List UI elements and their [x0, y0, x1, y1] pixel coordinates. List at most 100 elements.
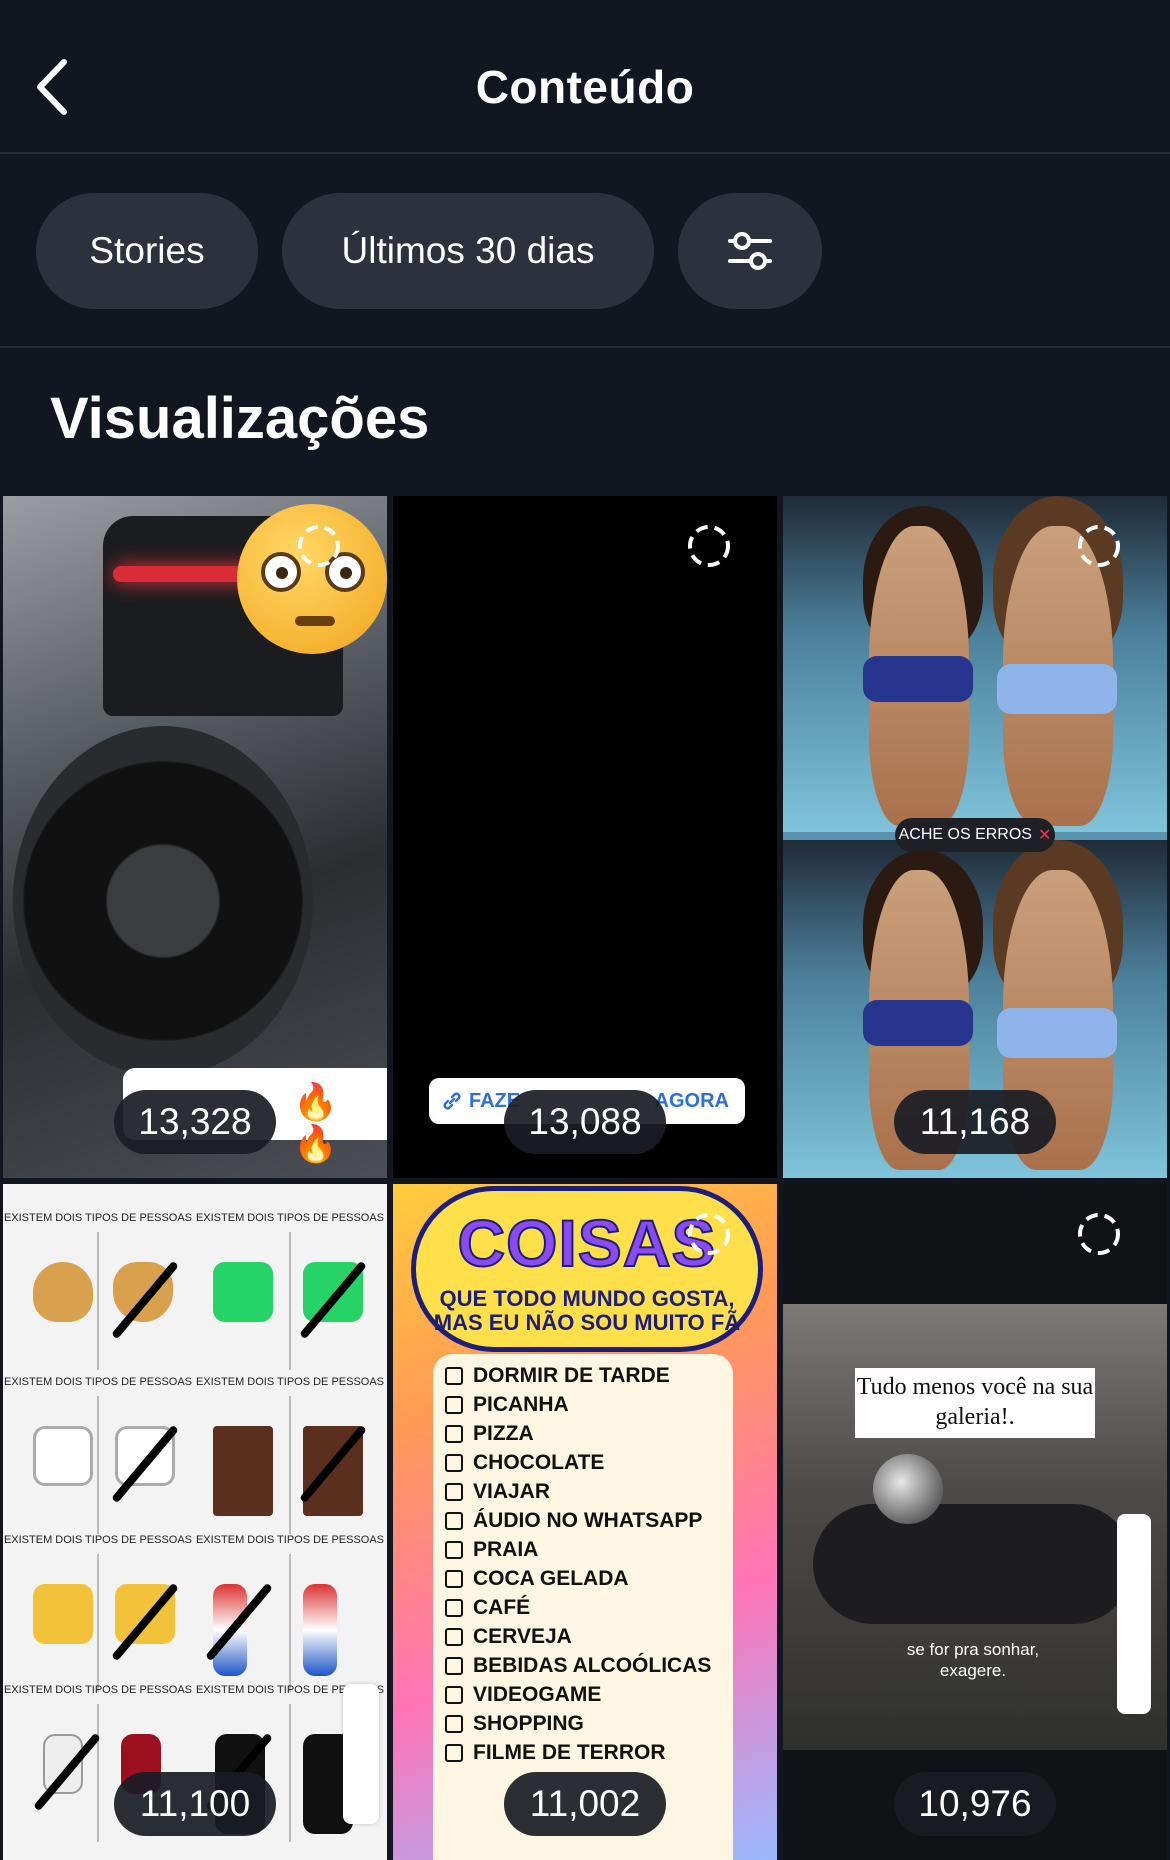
checklist-item-label: PIZZA: [473, 1422, 534, 1445]
checklist-item-label: ÁUDIO NO WHATSAPP: [473, 1509, 703, 1532]
stories-grid: 🔥 🔥 13,328 FAZE AGORA 13,088 ACHE OS ERR…: [0, 494, 1170, 1860]
checklist-item: DORMIR DE TARDE: [445, 1364, 670, 1388]
story-thumbnail[interactable]: EXISTEM DOIS TIPOS DE PESSOAS EXISTEM DO…: [3, 1184, 387, 1860]
checklist-item: ÁUDIO NO WHATSAPP: [445, 1509, 702, 1533]
story-thumbnail[interactable]: FAZE AGORA 13,088: [393, 496, 777, 1178]
checklist-item-label: CAFÉ: [473, 1596, 531, 1619]
cell-title: EXISTEM DOIS TIPOS DE PESSOAS: [3, 1684, 193, 1696]
story-subtitle: QUE TODO MUNDO GOSTA, MAS EU NÃO SOU MUI…: [416, 1287, 758, 1335]
story-thumbnail[interactable]: Tudo menos você na sua galeria!. se for …: [783, 1184, 1167, 1860]
divider: [97, 1232, 99, 1370]
divider: [97, 1704, 99, 1842]
checklist-item: VIAJAR: [445, 1480, 550, 1504]
divider: [289, 1232, 291, 1370]
swimwear: [863, 656, 973, 702]
loading-icon: [298, 525, 340, 567]
comparison-cell: EXISTEM DOIS TIPOS DE PESSOAS: [195, 1212, 385, 1376]
checklist-item: CAFÉ: [445, 1596, 530, 1620]
checklist-item: COCA GELADA: [445, 1567, 629, 1591]
comparison-cell: EXISTEM DOIS TIPOS DE PESSOAS: [195, 1534, 385, 1698]
cell-title: EXISTEM DOIS TIPOS DE PESSOAS: [3, 1376, 193, 1388]
checkbox-icon: [445, 1425, 463, 1443]
toilet-paper-image: [33, 1426, 93, 1486]
coxinha-image: [33, 1262, 93, 1322]
story-subtitle-line: MAS EU NÃO SOU MUITO FÃ: [433, 1310, 741, 1335]
date-range-filter[interactable]: Últimos 30 dias: [282, 193, 654, 309]
fire-emoji: 🔥 🔥: [293, 1081, 338, 1164]
checklist-item: FILME DE TERROR: [445, 1741, 666, 1765]
link-icon: [443, 1092, 461, 1110]
loading-icon: [1078, 1213, 1120, 1255]
checkbox-icon: [445, 1628, 463, 1646]
story-thumbnail[interactable]: ACHE OS ERROS ✕ 11,168: [783, 496, 1167, 1178]
checkbox-icon: [445, 1541, 463, 1559]
views-badge: 13,088: [504, 1090, 666, 1154]
content-type-filter[interactable]: Stories: [36, 193, 258, 309]
checkbox-icon: [445, 1570, 463, 1588]
helmet-image: [873, 1454, 943, 1524]
cell-title: EXISTEM DOIS TIPOS DE PESSOAS: [3, 1212, 193, 1224]
motorcycle-wheel: [13, 726, 313, 1076]
views-badge: 13,328: [114, 1090, 276, 1154]
checkbox-icon: [445, 1715, 463, 1733]
filter-bar: Stories Últimos 30 dias: [0, 156, 1170, 348]
story-overlay-label: ACHE OS ERROS ✕: [895, 818, 1055, 852]
reply-sticker: [1117, 1514, 1151, 1714]
header-bar: Conteúdo: [0, 0, 1170, 154]
comparison-cell: EXISTEM DOIS TIPOS DE PESSOAS: [195, 1376, 385, 1540]
loading-icon: [688, 525, 730, 567]
checklist-item: BEBIDAS ALCOÓLICAS: [445, 1654, 711, 1678]
emoji-mouth: [295, 616, 335, 626]
sliders-icon: [728, 232, 772, 270]
divider: [289, 1554, 291, 1692]
checklist-item: PRAIA: [445, 1538, 538, 1562]
checklist-item: SHOPPING: [445, 1712, 584, 1736]
cell-title: EXISTEM DOIS TIPOS DE PESSOAS: [195, 1376, 385, 1388]
checklist-item: PIZZA: [445, 1422, 534, 1446]
loading-icon: [1078, 525, 1120, 567]
section-title: Visualizações: [50, 386, 430, 451]
divider: [97, 1554, 99, 1692]
checkbox-icon: [445, 1512, 463, 1530]
views-badge: 11,168: [894, 1090, 1056, 1154]
swimwear: [997, 664, 1117, 714]
divider: [289, 1704, 291, 1842]
checkbox-icon: [445, 1396, 463, 1414]
x-mark-icon: ✕: [1037, 827, 1052, 844]
views-badge: 11,100: [114, 1772, 276, 1836]
toothpaste-image: [303, 1584, 337, 1676]
checklist-item-label: BEBIDAS ALCOÓLICAS: [473, 1654, 712, 1677]
page-title: Conteúdo: [475, 61, 695, 113]
whatsapp-icon: [213, 1262, 273, 1322]
checkbox-icon: [445, 1483, 463, 1501]
checkbox-icon: [445, 1657, 463, 1675]
story-thumbnail[interactable]: COISAS QUE TODO MUNDO GOSTA, MAS EU NÃO …: [393, 1184, 777, 1860]
divider: [289, 1396, 291, 1534]
filter-settings-button[interactable]: [678, 193, 822, 309]
motorcycle-image: [813, 1504, 1133, 1624]
story-subtitle-line: QUE TODO MUNDO GOSTA,: [439, 1286, 735, 1311]
story-thumbnail[interactable]: 🔥 🔥 13,328: [3, 496, 387, 1178]
story-text-card: Tudo menos você na sua galeria!.: [855, 1368, 1095, 1438]
comparison-cell: EXISTEM DOIS TIPOS DE PESSOAS: [3, 1376, 193, 1540]
checklist-item-label: PRAIA: [473, 1538, 539, 1561]
comparison-cell: EXISTEM DOIS TIPOS DE PESSOAS: [3, 1212, 193, 1376]
cell-title: EXISTEM DOIS TIPOS DE PESSOAS: [195, 1212, 385, 1224]
checklist-item-label: FILME DE TERROR: [473, 1741, 666, 1764]
checkbox-icon: [445, 1686, 463, 1704]
story-caption: se for pra sonhar, exagere.: [906, 1640, 1040, 1680]
checklist-item-label: CHOCOLATE: [473, 1451, 605, 1474]
checklist-item-label: VIDEOGAME: [473, 1683, 602, 1706]
overlay-label-text: ACHE OS ERROS: [898, 826, 1032, 843]
checklist-item: CERVEJA: [445, 1625, 572, 1649]
cell-title: EXISTEM DOIS TIPOS DE PESSOAS: [3, 1534, 193, 1546]
cell-title: EXISTEM DOIS TIPOS DE PESSOAS: [195, 1534, 385, 1546]
views-badge: 11,002: [504, 1772, 666, 1836]
checkbox-icon: [445, 1367, 463, 1385]
views-badge: 10,976: [894, 1772, 1056, 1836]
divider: [97, 1396, 99, 1534]
fries-image: [33, 1584, 93, 1644]
checklist-item-label: DORMIR DE TARDE: [473, 1364, 670, 1387]
checkbox-icon: [445, 1599, 463, 1617]
reply-sticker: [343, 1684, 379, 1824]
